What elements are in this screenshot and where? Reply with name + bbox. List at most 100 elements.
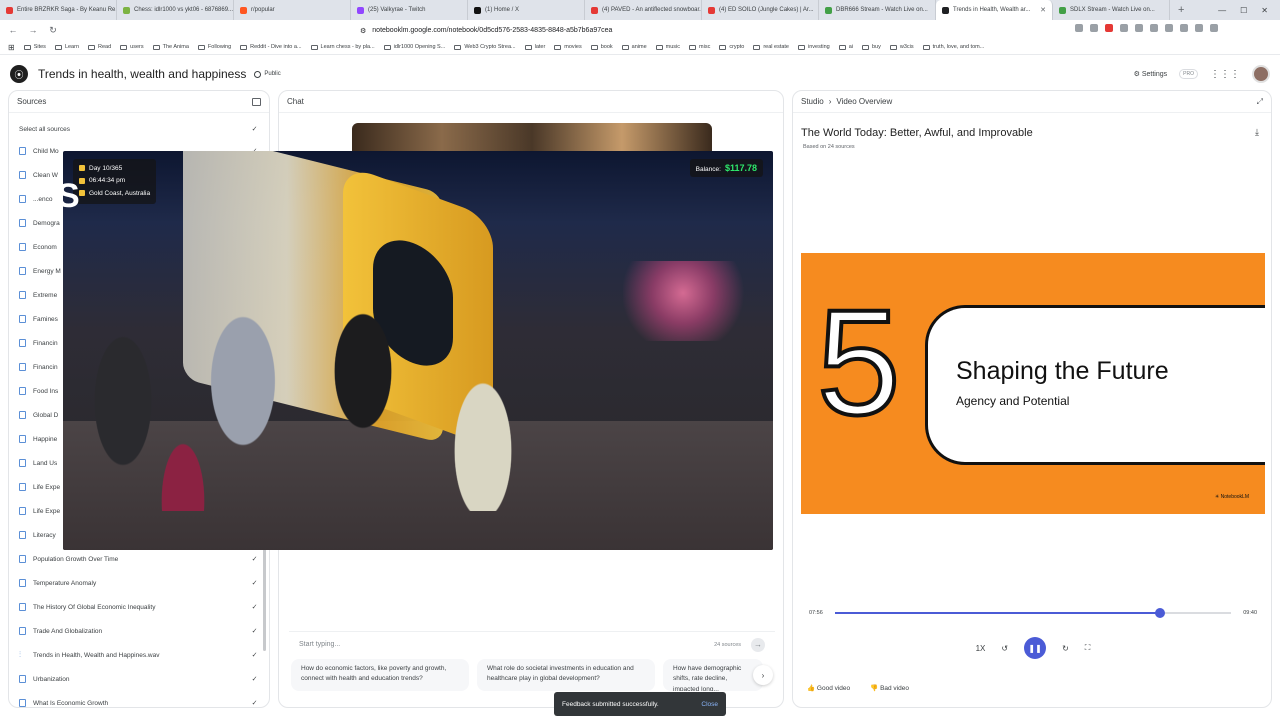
suggestion-chip[interactable]: What role do societal investments in edu…: [477, 659, 655, 691]
apps-icon[interactable]: ⊞: [8, 43, 15, 52]
suggestion-chip[interactable]: How do economic factors, like poverty an…: [291, 659, 469, 691]
extension-icon[interactable]: [1165, 24, 1173, 32]
bookmark-item[interactable]: truth, love, and tom...: [922, 44, 984, 50]
browser-tab[interactable]: Chess: idlr1000 vs ykt06 - 6876869...: [117, 0, 234, 20]
chat-input[interactable]: Start typing... 24 sources →: [289, 631, 775, 657]
bookmark-item[interactable]: users: [120, 44, 144, 50]
bookmark-item[interactable]: ai: [838, 44, 853, 50]
source-item[interactable]: The History Of Global Economic Inequalit…: [19, 595, 259, 619]
bookmark-item[interactable]: The Anima: [152, 44, 189, 50]
expand-icon[interactable]: ⤢: [1257, 97, 1263, 107]
pip-video-overlay[interactable]: Day 10/365 06:44:34 pm Gold Coast, Austr…: [63, 151, 773, 550]
send-button[interactable]: →: [751, 637, 765, 652]
bookmark-item[interactable]: music: [655, 44, 680, 50]
checkbox-checked-icon[interactable]: ✓: [250, 579, 259, 588]
good-video-button[interactable]: 👍 Good video: [807, 684, 850, 692]
notebook-title[interactable]: Trends in health, wealth and happiness: [38, 67, 246, 81]
browser-tab[interactable]: (4) PAVED - An antiflected snowboar...: [585, 0, 702, 20]
minimize-icon[interactable]: —: [1218, 6, 1226, 15]
download-icon[interactable]: ⤓: [1255, 127, 1259, 138]
speed-button[interactable]: 1X: [976, 644, 986, 653]
bookmark-item[interactable]: Learn chess - by pla...: [310, 44, 375, 50]
browser-tab[interactable]: r/popular: [234, 0, 351, 20]
address-bar[interactable]: ⚙ notebooklm.google.com/notebook/0d5cd57…: [360, 23, 900, 38]
bookmark-item[interactable]: Sites: [23, 44, 46, 50]
extension-icon[interactable]: [1180, 24, 1188, 32]
extension-icon[interactable]: [1135, 24, 1143, 32]
bookmark-item[interactable]: idlr1000 Opening S...: [383, 44, 445, 50]
source-item[interactable]: Population Growth Over Time ✓: [19, 547, 259, 571]
suggestion-chip[interactable]: How have demographic shifts, rate declin…: [663, 659, 763, 691]
pip-scene-crowd: [63, 251, 623, 511]
new-tab-button[interactable]: +: [1170, 4, 1192, 16]
reload-icon[interactable]: ↻: [48, 25, 58, 36]
checkbox-checked-icon[interactable]: ✓: [250, 627, 259, 636]
source-item[interactable]: Temperature Anomaly ✓: [19, 571, 259, 595]
bookmark-item[interactable]: Following: [197, 44, 231, 50]
bookmark-item[interactable]: later: [524, 44, 545, 50]
pause-button[interactable]: ❚❚: [1024, 637, 1047, 659]
bookmark-item[interactable]: real estate: [753, 44, 789, 50]
browser-tab[interactable]: (1) Home / X: [468, 0, 585, 20]
source-item[interactable]: Trade And Globalization ✓: [19, 619, 259, 643]
browser-tab[interactable]: (4) ED SOILO (Jungle Cakes) | Ar...: [702, 0, 819, 20]
bookmark-item[interactable]: Read: [88, 44, 111, 50]
bookmark-item[interactable]: movies: [554, 44, 582, 50]
source-label: Clean W: [33, 171, 58, 179]
source-item[interactable]: ⫶ Trends in Health, Wealth and Happines.w…: [19, 643, 259, 667]
close-tab-icon[interactable]: ✕: [1040, 6, 1046, 14]
bookmark-item[interactable]: misc: [689, 44, 710, 50]
checkbox-checked-icon[interactable]: ✓: [250, 675, 259, 684]
forward-icon[interactable]: →: [28, 25, 38, 35]
back-icon[interactable]: ←: [8, 25, 18, 35]
breadcrumb-studio[interactable]: Studio: [801, 97, 824, 106]
extension-icon[interactable]: [1090, 24, 1098, 32]
seek-bar[interactable]: [834, 608, 1232, 618]
bookmark-item[interactable]: w3cis: [889, 44, 914, 50]
bookmark-item[interactable]: investing: [798, 44, 830, 50]
checkbox-checked-icon[interactable]: ✓: [250, 651, 259, 660]
rewind-icon[interactable]: ↺: [1001, 644, 1008, 653]
bookmark-item[interactable]: Web3 Crypto Strea...: [454, 44, 516, 50]
browser-tab[interactable]: DBR666 Stream - Watch Live on...: [819, 0, 936, 20]
site-info-icon[interactable]: ⚙: [360, 27, 366, 35]
browser-tab[interactable]: Entire BRZRKR Saga - By Keanu Re...: [0, 0, 117, 20]
close-window-icon[interactable]: ✕: [1261, 6, 1268, 15]
forward-icon[interactable]: ↻: [1062, 644, 1069, 653]
browser-tab[interactable]: (25) Valkyrae - Twitch: [351, 0, 468, 20]
extension-icon[interactable]: [1105, 24, 1113, 32]
bookmark-item[interactable]: book: [590, 44, 613, 50]
checkbox-checked-icon[interactable]: ✓: [250, 699, 259, 708]
bookmark-item[interactable]: Learn: [54, 44, 79, 50]
seek-knob[interactable]: [1154, 608, 1165, 618]
source-item[interactable]: Urbanization ✓: [19, 667, 259, 691]
bad-video-button[interactable]: 👎 Bad video: [870, 684, 909, 692]
extension-icon[interactable]: [1210, 24, 1218, 32]
fullscreen-icon[interactable]: ⛶: [1085, 643, 1091, 653]
extension-icon[interactable]: [1195, 24, 1203, 32]
bookmark-item[interactable]: Reddit - Dive into a...: [240, 44, 302, 50]
source-item[interactable]: What Is Economic Growth ✓: [19, 691, 259, 715]
avatar[interactable]: [1252, 65, 1270, 83]
toast-close-button[interactable]: Close: [701, 701, 718, 708]
settings-button[interactable]: ⚙ Settings: [1134, 70, 1168, 78]
notebooklm-logo-icon[interactable]: ⦿: [10, 65, 28, 83]
video-frame[interactable]: 5 Shaping the Future Agency and Potentia…: [801, 253, 1265, 514]
extension-icon[interactable]: [1150, 24, 1158, 32]
maximize-icon[interactable]: ☐: [1240, 6, 1247, 15]
extension-icon[interactable]: [1075, 24, 1083, 32]
bookmark-item[interactable]: buy: [862, 44, 881, 50]
browser-tab[interactable]: Trends in Health, Wealth ar... ✕: [936, 0, 1053, 20]
collapse-panel-icon[interactable]: [252, 97, 261, 106]
bookmark-item[interactable]: crypto: [719, 44, 744, 50]
visibility-badge[interactable]: Public: [254, 70, 281, 78]
apps-grid-icon[interactable]: ⋮⋮⋮: [1210, 69, 1240, 80]
checkbox-checked-icon[interactable]: ✓: [250, 125, 259, 134]
checkbox-checked-icon[interactable]: ✓: [250, 555, 259, 564]
bookmark-item[interactable]: anime: [621, 44, 647, 50]
checkbox-checked-icon[interactable]: ✓: [250, 603, 259, 612]
extension-icon[interactable]: [1120, 24, 1128, 32]
select-all-sources[interactable]: Select all sources ✓: [19, 119, 259, 139]
next-suggestions-button[interactable]: ›: [753, 665, 773, 685]
browser-tab[interactable]: SDLX Stream - Watch Live on...: [1053, 0, 1170, 20]
